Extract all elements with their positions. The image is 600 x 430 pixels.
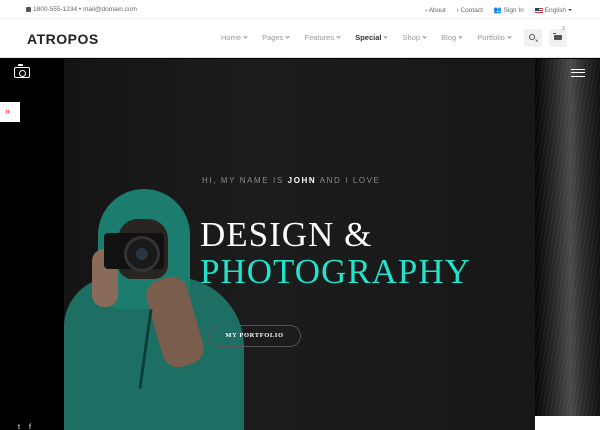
contact-link[interactable]: › Contact xyxy=(457,7,483,14)
chevron-down-icon xyxy=(422,34,427,39)
menu-item-blog[interactable]: Blog xyxy=(441,33,463,42)
menu-item-features[interactable]: Features xyxy=(304,33,341,42)
menu-item-portfolio[interactable]: Portfolio xyxy=(477,33,512,42)
hero-headline-line1: DESIGN & xyxy=(200,215,373,254)
email-link[interactable]: mail@domain.com xyxy=(83,6,137,13)
menu-item-home[interactable]: Home xyxy=(221,33,248,42)
chevron-down-icon xyxy=(458,34,463,39)
double-chevron-right-icon: » xyxy=(5,106,11,116)
twitter-icon[interactable]: t xyxy=(18,424,20,430)
menu-item-special[interactable]: Special xyxy=(355,33,389,42)
menu-item-pages[interactable]: Pages xyxy=(262,33,291,42)
us-flag-icon xyxy=(534,7,543,13)
caret-down-icon xyxy=(568,9,572,11)
my-portfolio-button[interactable]: MY PORTFOLIO xyxy=(208,325,301,347)
chevron-down-icon xyxy=(507,34,512,39)
search-button[interactable] xyxy=(524,29,542,47)
cart-icon xyxy=(553,33,562,40)
hamburger-menu-icon[interactable] xyxy=(571,69,585,77)
language-selector[interactable]: English xyxy=(534,7,572,14)
sign-in-link[interactable]: 👥 Sign In xyxy=(494,7,524,14)
main-menu: Home Pages Features Special Shop Blog Po… xyxy=(221,33,524,42)
chevron-down-icon xyxy=(285,34,291,39)
cart-count-badge: 3 xyxy=(562,26,565,32)
hero-headline-line2: PHOTOGRAPHY xyxy=(200,252,471,291)
logo[interactable]: ATROPOS xyxy=(27,31,99,47)
main-header: ATROPOS Home Pages Features Special Shop… xyxy=(0,19,600,58)
chevron-down-icon xyxy=(243,34,248,39)
hero-intro: HI, MY NAME IS JOHN AND I LOVE xyxy=(202,176,381,185)
hero-name: JOHN xyxy=(287,176,317,185)
phone-icon xyxy=(26,6,31,12)
contact-info: 1800-555-1234 • mail@domain.com xyxy=(26,6,137,13)
facebook-icon[interactable]: f xyxy=(29,424,31,430)
about-link[interactable]: › About xyxy=(425,7,446,14)
separator: • xyxy=(78,6,82,13)
users-icon: 👥 xyxy=(493,7,502,14)
side-panel-toggle[interactable]: » xyxy=(0,102,20,122)
top-links: › About › Contact 👥 Sign In English xyxy=(416,6,572,14)
chevron-down-icon xyxy=(336,34,341,39)
phone-number[interactable]: 1800-555-1234 xyxy=(33,6,77,13)
next-slide-image xyxy=(535,59,600,430)
hero-section: » HI, MY NAME IS JOHN AND I LOVE DESIGN … xyxy=(0,59,600,430)
search-icon xyxy=(529,34,535,40)
top-bar: 1800-555-1234 • mail@domain.com › About … xyxy=(0,0,600,19)
menu-item-shop[interactable]: Shop xyxy=(403,33,427,42)
page: 1800-555-1234 • mail@domain.com › About … xyxy=(0,0,600,430)
camera-icon[interactable] xyxy=(14,64,30,78)
chevron-down-icon xyxy=(383,34,389,39)
social-links: tf xyxy=(18,424,40,430)
camera-lens xyxy=(124,236,160,272)
